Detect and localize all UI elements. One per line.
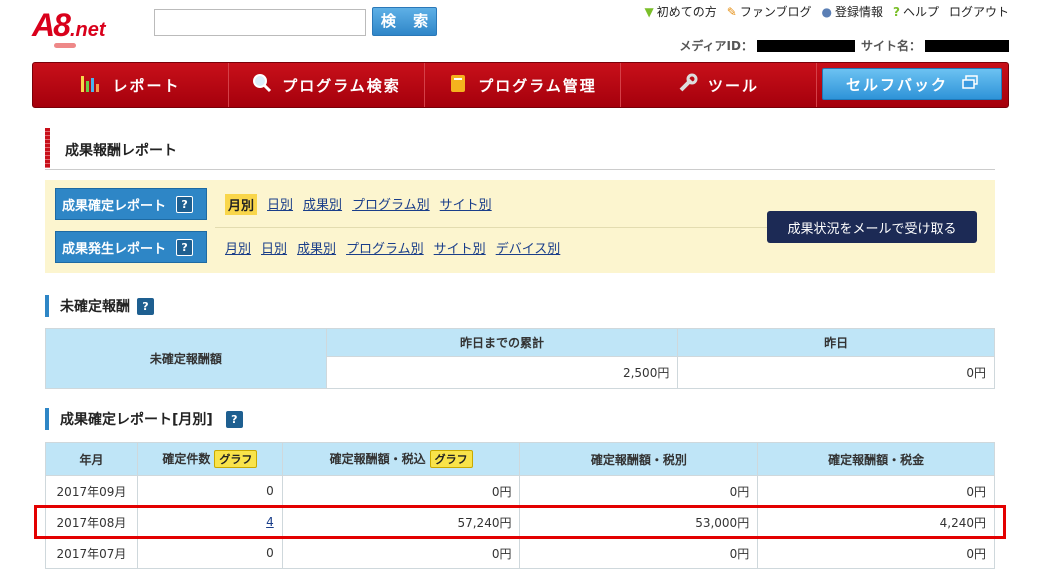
count-cell: 0 — [136, 537, 283, 569]
report-divider — [215, 227, 815, 228]
nav-program-manage[interactable]: プログラム管理 — [425, 63, 621, 107]
confirmed-link-site[interactable]: サイト別 — [440, 194, 492, 215]
confirmed-link-monthly[interactable]: 月別 — [225, 193, 258, 215]
occurred-link-daily[interactable]: 日別 — [261, 238, 287, 257]
occurred-link-program[interactable]: プログラム別 — [346, 238, 424, 257]
link-fanblog[interactable]: ✎ ファンブログ — [727, 3, 812, 20]
confirmed-report-row: 成果確定レポート ? 月別 日別 成果別 プログラム別 サイト別 — [55, 188, 492, 220]
incl-cell: 0円 — [281, 475, 521, 507]
window-icon — [962, 75, 978, 93]
confirmed-report-label: 成果確定レポート ? — [55, 188, 207, 220]
bar-chart-icon — [80, 73, 102, 98]
help-icon[interactable]: ? — [176, 238, 194, 256]
table-row: 2017年09月 0 0円 0円 0円 — [45, 475, 995, 507]
heading-accent-bar — [45, 408, 49, 430]
site-name-label: サイト名： — [860, 39, 921, 53]
occurred-report-links: 月別 日別 成果別 プログラム別 サイト別 デバイス別 — [225, 238, 560, 257]
count-graph-button[interactable]: グラフ — [214, 450, 258, 468]
link-account[interactable]: ● 登録情報 — [822, 3, 884, 20]
table-row: 2017年07月 0 0円 0円 0円 — [45, 537, 995, 569]
col-tax: 確定報酬額・税金 — [757, 442, 995, 476]
incl-cell: 0円 — [281, 537, 521, 569]
search-input[interactable] — [154, 9, 366, 36]
help-icon[interactable]: ? — [176, 195, 194, 213]
tax-cell: 0円 — [757, 537, 995, 569]
a8-logo[interactable]: A8 .net — [32, 7, 132, 48]
question-icon: ? — [893, 4, 900, 19]
magnifier-icon — [252, 73, 272, 98]
confirmed-report-links: 月別 日別 成果別 プログラム別 サイト別 — [225, 193, 492, 215]
tax-cell: 0円 — [757, 475, 995, 507]
user-icon: ● — [821, 4, 832, 19]
media-id-row: メディアID： サイト名： — [679, 37, 1009, 54]
occurred-report-label: 成果発生レポート ? — [55, 231, 207, 263]
excl-cell: 0円 — [519, 537, 759, 569]
col-count: 確定件数 グラフ — [136, 442, 283, 476]
yesterday-value: 0円 — [677, 356, 995, 389]
col-incl: 確定報酬額・税込 グラフ — [281, 442, 521, 476]
help-icon[interactable]: ? — [137, 297, 154, 315]
title-accent-bar — [45, 128, 50, 168]
report-link-box: 成果確定レポート ? 月別 日別 成果別 プログラム別 サイト別 成果発生レポー… — [45, 180, 995, 273]
logo-accent — [54, 43, 76, 48]
logo-net: .net — [70, 19, 106, 41]
col-yesterday: 昨日 — [677, 327, 995, 358]
nav-program-search[interactable]: プログラム検索 — [229, 63, 425, 107]
col-excl: 確定報酬額・税別 — [519, 442, 759, 476]
mail-subscribe-button[interactable]: 成果状況をメールで受け取る — [767, 211, 977, 243]
nav-tools[interactable]: ツール — [621, 63, 817, 107]
highlight-box — [34, 505, 1006, 539]
confirmed-link-result[interactable]: 成果別 — [303, 194, 342, 215]
beginner-icon: ▼ — [644, 4, 654, 19]
link-beginner[interactable]: ▼ 初めての方 — [645, 3, 717, 20]
col-cumulative: 昨日までの累計 — [325, 327, 679, 358]
media-id-redacted — [756, 39, 855, 52]
cumulative-value: 2,500円 — [325, 356, 679, 389]
unconfirmed-row-header: 未確定報酬額 — [45, 328, 327, 389]
main-nav: レポート プログラム検索 プログラム管理 ツール セルフバック — [32, 62, 1009, 108]
wrench-icon — [678, 73, 698, 98]
month-cell: 2017年09月 — [45, 475, 138, 507]
page-title: 成果報酬レポート — [45, 128, 995, 170]
top-links: ▼ 初めての方 ✎ ファンブログ ● 登録情報 ? ヘルプ ログアウト — [645, 3, 1009, 20]
unconfirmed-table: 未確定報酬額 昨日までの累計 昨日 2,500円 0円 — [45, 327, 995, 389]
excl-cell: 0円 — [519, 475, 759, 507]
occurred-link-site[interactable]: サイト別 — [434, 238, 486, 257]
occurred-link-monthly[interactable]: 月別 — [225, 238, 251, 257]
occurred-link-device[interactable]: デバイス別 — [496, 238, 561, 257]
link-help[interactable]: ? ヘルプ — [893, 3, 939, 20]
nav-report[interactable]: レポート — [33, 63, 229, 107]
media-id-label: メディアID： — [679, 39, 753, 53]
help-icon[interactable]: ? — [225, 410, 243, 428]
logo-a8: A8 — [32, 7, 71, 43]
confirmed-link-program[interactable]: プログラム別 — [352, 194, 430, 215]
occurred-link-result[interactable]: 成果別 — [297, 238, 336, 257]
confirmed-link-daily[interactable]: 日別 — [267, 194, 293, 215]
unconfirmed-heading: 未確定報酬 ? — [45, 294, 154, 318]
pencil-icon: ✎ — [726, 4, 737, 19]
heading-accent-bar — [45, 295, 49, 317]
search-button[interactable]: 検 索 — [372, 7, 437, 36]
link-logout[interactable]: ログアウト — [949, 3, 1009, 20]
folder-icon — [448, 73, 468, 98]
month-cell: 2017年07月 — [45, 537, 138, 569]
occurred-report-row: 成果発生レポート ? 月別 日別 成果別 プログラム別 サイト別 デバイス別 — [55, 231, 560, 263]
col-month: 年月 — [45, 442, 138, 476]
incl-graph-button[interactable]: グラフ — [429, 450, 473, 468]
site-name-redacted — [925, 39, 1009, 52]
count-cell: 0 — [136, 475, 283, 507]
nav-cashback-button[interactable]: セルフバック — [822, 68, 1002, 100]
monthly-heading: 成果確定レポート[月別] ? — [45, 407, 243, 431]
